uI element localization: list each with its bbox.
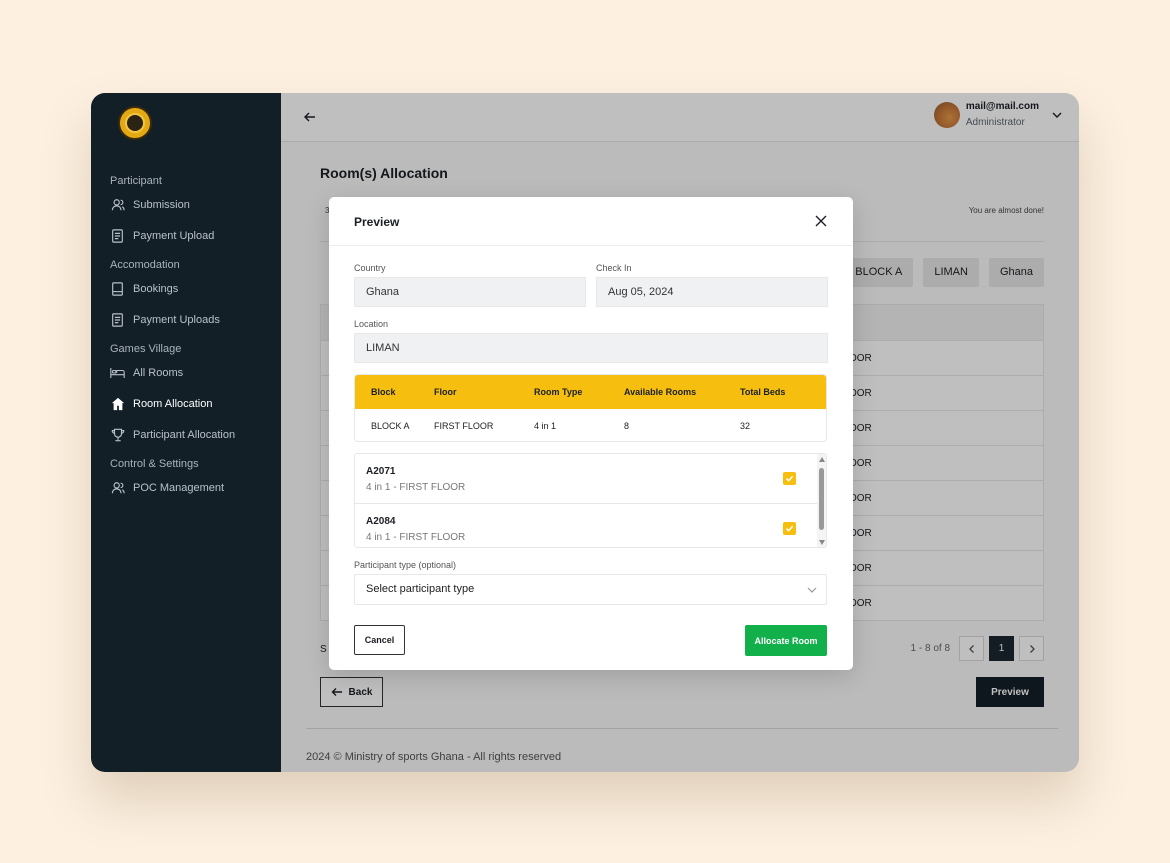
sidebar-item-label: Bookings xyxy=(133,282,179,295)
table-cell: 8 xyxy=(624,421,630,431)
list-item[interactable]: A2071 4 in 1 - FIRST FLOOR xyxy=(355,454,826,504)
column-header: Available Rooms xyxy=(624,387,697,397)
check-icon xyxy=(785,525,794,532)
home-icon xyxy=(110,396,125,411)
room-detail: 4 in 1 - FIRST FLOOR xyxy=(366,532,466,543)
column-header: Room Type xyxy=(534,387,583,397)
scrollbar[interactable] xyxy=(817,454,826,547)
sidebar-nav: Participant Submission Payment Upload Ac… xyxy=(91,173,281,503)
table-cell: 4 in 1 xyxy=(534,421,557,431)
cancel-button[interactable]: Cancel xyxy=(354,625,405,655)
column-header: Floor xyxy=(434,387,457,397)
checkin-label: Check In xyxy=(596,263,632,273)
table-cell: 32 xyxy=(740,421,751,431)
table-cell: FIRST FLOOR xyxy=(434,421,494,431)
sidebar-item-participant-allocation[interactable]: Participant Allocation xyxy=(91,419,281,450)
sidebar-item-label: Payment Upload xyxy=(133,229,215,242)
table-row: BLOCK A FIRST FLOOR 4 in 1 8 32 xyxy=(355,409,826,441)
sidebar-item-label: All Rooms xyxy=(133,366,184,379)
scroll-thumb[interactable] xyxy=(819,468,824,530)
nav-section-participant: Participant xyxy=(110,175,162,187)
bed-icon xyxy=(110,365,125,380)
location-field[interactable]: LIMAN xyxy=(354,333,828,363)
nav-section-games-village: Games Village xyxy=(110,343,182,355)
sidebar-item-all-rooms[interactable]: All Rooms xyxy=(91,357,281,388)
preview-modal: Preview Country Ghana Check In Aug 05, 2… xyxy=(329,197,853,670)
column-header: Block xyxy=(371,387,396,397)
sidebar: Participant Submission Payment Upload Ac… xyxy=(91,93,281,772)
country-field[interactable]: Ghana xyxy=(354,277,586,307)
close-icon[interactable] xyxy=(814,214,828,228)
check-icon xyxy=(785,475,794,482)
participant-type-placeholder: Select participant type xyxy=(366,583,475,595)
table-header: Block Floor Room Type Available Rooms To… xyxy=(355,375,826,409)
table-cell: BLOCK A xyxy=(371,421,410,431)
sidebar-item-label: Participant Allocation xyxy=(133,428,236,441)
sidebar-item-label: Room Allocation xyxy=(133,397,213,410)
room-name: A2071 xyxy=(366,466,396,477)
sidebar-item-poc-management[interactable]: POC Management xyxy=(91,472,281,503)
book-icon xyxy=(110,281,125,296)
participant-type-label: Participant type (optional) xyxy=(354,560,457,570)
ministry-logo xyxy=(118,106,152,140)
user-icon xyxy=(110,480,125,495)
sidebar-item-bookings[interactable]: Bookings xyxy=(91,273,281,304)
sidebar-item-submission[interactable]: Submission xyxy=(91,189,281,220)
chevron-down-icon xyxy=(807,587,817,593)
sidebar-item-label: Submission xyxy=(133,198,190,211)
document-icon xyxy=(110,228,125,243)
allocate-room-button[interactable]: Allocate Room xyxy=(745,625,827,656)
sidebar-item-payment-upload[interactable]: Payment Upload xyxy=(91,220,281,251)
room-name: A2084 xyxy=(366,516,396,527)
nav-section-control-settings: Control & Settings xyxy=(110,458,199,470)
modal-header: Preview xyxy=(329,197,853,246)
modal-title: Preview xyxy=(354,215,400,229)
country-label: Country xyxy=(354,263,386,273)
nav-section-accomodation: Accomodation xyxy=(110,259,180,271)
column-header: Total Beds xyxy=(740,387,786,397)
sidebar-item-label: POC Management xyxy=(133,481,225,494)
location-label: Location xyxy=(354,319,389,329)
checkin-field[interactable]: Aug 05, 2024 xyxy=(596,277,828,307)
sidebar-item-label: Payment Uploads xyxy=(133,313,220,326)
list-item[interactable]: A2084 4 in 1 - FIRST FLOOR xyxy=(355,504,826,547)
user-icon xyxy=(110,197,125,212)
sidebar-item-payment-uploads[interactable]: Payment Uploads xyxy=(91,304,281,335)
room-detail: 4 in 1 - FIRST FLOOR xyxy=(366,482,466,493)
sidebar-item-room-allocation[interactable]: Room Allocation xyxy=(91,388,281,419)
scroll-down-icon[interactable] xyxy=(819,540,825,545)
trophy-icon xyxy=(110,427,125,442)
selected-rooms-list: A2071 4 in 1 - FIRST FLOOR A2084 4 in 1 … xyxy=(354,453,827,548)
room-checkbox[interactable] xyxy=(783,522,796,535)
document-icon xyxy=(110,312,125,327)
room-checkbox[interactable] xyxy=(783,472,796,485)
scroll-up-icon[interactable] xyxy=(819,457,825,462)
allocation-summary-table: Block Floor Room Type Available Rooms To… xyxy=(354,374,827,442)
participant-type-select[interactable]: Select participant type xyxy=(354,574,827,605)
